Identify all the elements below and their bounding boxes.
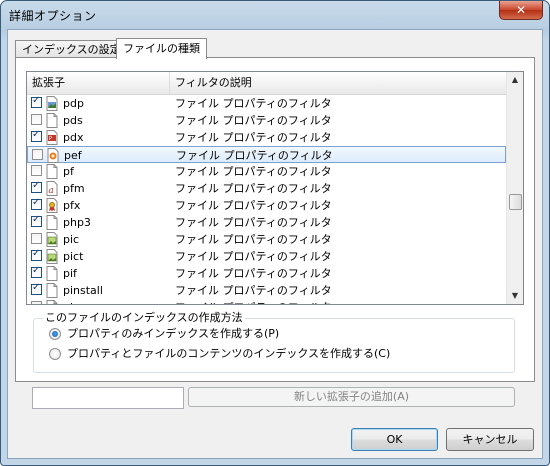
svg-text:a: a (49, 186, 54, 196)
list-item[interactable]: pif ファイル プロパティのフィルタ (27, 265, 506, 282)
list-item[interactable]: pef ファイル プロパティのフィルタ (27, 146, 506, 163)
close-button[interactable]: ✕ (499, 1, 543, 20)
extension-label: pict (63, 250, 84, 263)
ok-button[interactable]: OK (351, 428, 438, 451)
include-checkbox[interactable] (31, 248, 42, 261)
list-header: 拡張子 フィルタの説明 (27, 72, 506, 95)
include-checkbox[interactable] (31, 165, 42, 176)
filter-description: ファイル プロパティのフィルタ (175, 300, 332, 304)
filter-description: ファイル プロパティのフィルタ (175, 250, 332, 263)
file-extension-list[interactable]: 拡張子 フィルタの説明 pdp ファイル プロパティのフィルタ pds ファイル プロ… (26, 71, 524, 305)
filter-description: ファイル プロパティのフィルタ (175, 199, 332, 212)
column-header-filter-description[interactable]: フィルタの説明 (170, 72, 505, 94)
filter-description: ファイル プロパティのフィルタ (175, 165, 332, 178)
filter-description: ファイル プロパティのフィルタ (175, 267, 332, 280)
filter-description: ファイル プロパティのフィルタ (175, 233, 332, 246)
extension-label: pfx (63, 199, 81, 212)
blank-document-icon (46, 113, 58, 128)
list-item[interactable]: pfx ファイル プロパティのフィルタ (27, 197, 506, 214)
filter-description: ファイル プロパティのフィルタ (175, 216, 332, 229)
list-item[interactable]: apfm ファイル プロパティのフィルタ (27, 180, 506, 197)
filter-description: ファイル プロパティのフィルタ (175, 131, 332, 144)
radio-properties-and-contents[interactable] (49, 348, 61, 360)
radio-properties-only-label[interactable]: プロパティのみインデックスを作成する(P) (67, 327, 279, 341)
cancel-button[interactable]: キャンセル (446, 428, 534, 451)
blank-document-icon (46, 283, 58, 298)
include-checkbox[interactable] (31, 233, 42, 244)
extension-label: pfm (63, 182, 85, 195)
include-checkbox[interactable] (31, 197, 42, 210)
radio-properties-and-contents-label[interactable]: プロパティとファイルのコンテンツのインデックスを作成する(C) (67, 347, 390, 361)
font-file-icon: a (46, 181, 58, 196)
blank-document-icon (46, 266, 58, 281)
blank-document-icon (46, 164, 58, 179)
extension-label: pif (63, 267, 77, 280)
include-checkbox[interactable] (31, 265, 42, 278)
include-checkbox[interactable] (31, 214, 42, 227)
window-title: 詳細オプション (9, 9, 97, 23)
filter-description: ファイル プロパティのフィルタ (175, 182, 332, 195)
include-checkbox[interactable] (32, 149, 43, 160)
list-item[interactable]: pic ファイル プロパティのフィルタ (27, 231, 506, 248)
photo-raw-icon (47, 148, 59, 163)
include-checkbox[interactable] (31, 301, 42, 304)
blank-document-icon (46, 215, 58, 230)
title-bar[interactable]: 詳細オプション ✕ (1, 1, 549, 29)
scroll-down-icon[interactable]: ▼ (507, 288, 523, 304)
column-header-extension[interactable]: 拡張子 (27, 72, 170, 94)
list-item[interactable]: pdp ファイル プロパティのフィルタ (27, 95, 506, 112)
extension-label: php3 (63, 216, 91, 229)
blank-document-icon (46, 300, 58, 304)
extension-label: pdx (63, 131, 84, 144)
certificate-icon (46, 198, 58, 213)
list-item[interactable]: php3 ファイル プロパティのフィルタ (27, 214, 506, 231)
advanced-options-dialog: 詳細オプション ✕ インデックスの設定 ファイルの種類 拡張子 フィルタの説明 … (0, 0, 550, 466)
svg-text:P: P (49, 136, 52, 142)
extension-label: pds (63, 114, 83, 127)
include-checkbox[interactable] (31, 114, 42, 125)
list-item[interactable]: pict ファイル プロパティのフィルタ (27, 248, 506, 265)
radio-properties-only[interactable] (49, 328, 61, 340)
picture-file-icon (46, 232, 58, 247)
filter-description: ファイル プロパティのフィルタ (176, 149, 333, 162)
document-image-icon (46, 96, 58, 111)
list-item[interactable]: pk ファイル プロパティのフィルタ (27, 299, 506, 304)
include-checkbox[interactable] (31, 180, 42, 193)
include-checkbox[interactable] (31, 282, 42, 295)
filter-description: ファイル プロパティのフィルタ (175, 284, 332, 297)
filter-description: ファイル プロパティのフィルタ (175, 114, 332, 127)
list-item[interactable]: Ppdx ファイル プロパティのフィルタ (27, 129, 506, 146)
extension-label: pf (63, 165, 74, 178)
close-icon: ✕ (515, 3, 527, 17)
picture-file-icon (46, 249, 58, 264)
add-extension-button[interactable]: 新しい拡張子の追加(A) (188, 387, 515, 407)
dialog-body: インデックスの設定 ファイルの種類 拡張子 フィルタの説明 pdpファイル プロ… (7, 29, 543, 459)
include-checkbox[interactable] (31, 129, 42, 142)
extension-label: pinstall (63, 284, 103, 297)
extension-label: pk (63, 300, 76, 304)
pdf-document-icon: P (46, 130, 58, 145)
vertical-scrollbar[interactable]: ▲ ▼ (506, 72, 523, 304)
extension-label: pic (63, 233, 80, 246)
extension-label: pdp (63, 97, 84, 110)
list-item[interactable]: pinstall ファイル プロパティのフィルタ (27, 282, 506, 299)
list-rows: pdpファイル プロパティのフィルタpdsファイル プロパティのフィルタPpdx… (27, 95, 506, 304)
new-extension-input[interactable] (32, 387, 184, 409)
extension-label: pef (64, 149, 82, 162)
scroll-thumb[interactable] (509, 194, 522, 210)
index-method-title: このファイルのインデックスの作成方法 (43, 311, 245, 325)
scroll-up-icon[interactable]: ▲ (507, 72, 523, 88)
list-item[interactable]: pf ファイル プロパティのフィルタ (27, 163, 506, 180)
list-item[interactable]: pds ファイル プロパティのフィルタ (27, 112, 506, 129)
include-checkbox[interactable] (31, 95, 42, 108)
filter-description: ファイル プロパティのフィルタ (175, 97, 332, 110)
